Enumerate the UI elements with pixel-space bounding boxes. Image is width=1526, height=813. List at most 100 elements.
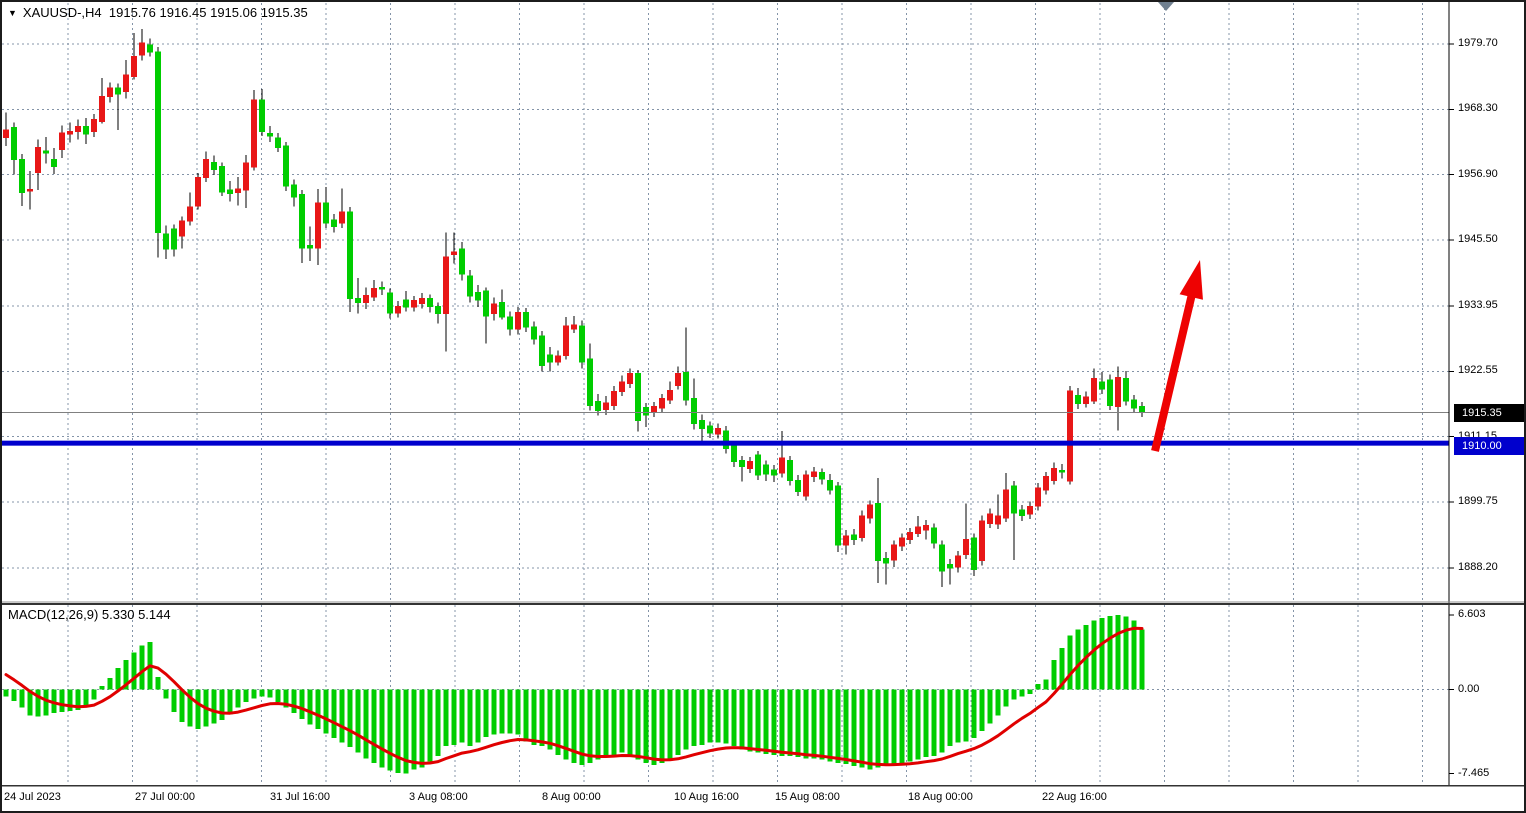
candle-body — [940, 545, 945, 571]
candle-body — [812, 472, 817, 477]
price-axis-label: 1933.95 — [1458, 299, 1498, 311]
chart-title: ▼XAUUSD-,H4 1915.76 1916.45 1915.06 1915… — [8, 5, 308, 20]
macd-histogram-bar — [732, 690, 737, 746]
macd-histogram-bar — [196, 690, 201, 729]
candle-body — [420, 298, 425, 303]
macd-histogram-bar — [628, 690, 633, 757]
candle-body — [844, 536, 849, 545]
candle-body — [900, 538, 905, 546]
candle-body — [716, 428, 721, 434]
macd-histogram-bar — [844, 690, 849, 764]
macd-histogram-bar — [876, 690, 881, 768]
time-axis-label: 24 Jul 2023 — [4, 791, 61, 803]
candle-body — [580, 326, 585, 362]
candle-body — [428, 298, 433, 306]
macd-histogram-bar — [396, 690, 401, 773]
macd-histogram-bar — [4, 690, 9, 697]
macd-histogram-bar — [820, 690, 825, 760]
chart-canvas[interactable] — [2, 2, 1524, 811]
candle-body — [660, 398, 665, 408]
candle-body — [916, 527, 921, 534]
support-price-badge: 1910.00 — [1454, 437, 1526, 455]
trend-arrow-head[interactable] — [1180, 260, 1203, 300]
candle-body — [340, 212, 345, 223]
macd-histogram-bar — [908, 690, 913, 762]
price-axis-label: 1888.20 — [1458, 561, 1498, 573]
macd-histogram-bar — [84, 690, 89, 706]
macd-histogram-bar — [684, 690, 689, 750]
macd-histogram-bar — [132, 652, 137, 689]
candle-body — [708, 426, 713, 433]
candle-body — [116, 88, 121, 94]
candle-body — [764, 465, 769, 474]
macd-histogram-bar — [236, 690, 241, 708]
time-axis-label: 31 Jul 16:00 — [270, 791, 330, 803]
candle-body — [876, 503, 881, 560]
time-axis-label: 22 Aug 16:00 — [1042, 791, 1107, 803]
candle-body — [140, 43, 145, 55]
candle-body — [1084, 397, 1089, 404]
candle-body — [60, 133, 65, 150]
macd-histogram-bar — [44, 690, 49, 716]
candle-body — [204, 160, 209, 178]
candle-body — [1100, 382, 1105, 389]
candle-body — [500, 302, 505, 317]
macd-histogram-bar — [260, 690, 265, 697]
candle-body — [996, 516, 1001, 524]
candle-body — [380, 287, 385, 289]
macd-histogram-bar — [988, 690, 993, 724]
candle-body — [604, 403, 609, 409]
macd-histogram-bar — [900, 690, 905, 763]
price-axis-label: 1899.75 — [1458, 495, 1498, 507]
candle-body — [76, 126, 81, 131]
candle-body — [124, 75, 129, 92]
macd-histogram-bar — [868, 690, 873, 770]
candle-body — [228, 190, 233, 193]
candle-body — [1020, 510, 1025, 515]
macd-histogram-bar — [972, 690, 977, 739]
candle-body — [924, 526, 929, 531]
symbol-collapse-icon[interactable]: ▼ — [8, 8, 17, 18]
macd-histogram-bar — [836, 690, 841, 763]
macd-histogram-bar — [1124, 617, 1129, 690]
support-line[interactable] — [2, 441, 1449, 446]
chart-shift-marker-icon[interactable] — [1158, 2, 1174, 11]
candle-body — [820, 472, 825, 479]
macd-histogram-bar — [1140, 629, 1145, 689]
macd-histogram-bar — [540, 690, 545, 746]
candle-body — [612, 392, 617, 406]
candle-body — [796, 480, 801, 491]
macd-histogram-bar — [180, 690, 185, 723]
candle-body — [356, 298, 361, 302]
candle-body — [220, 167, 225, 192]
candle-body — [700, 420, 705, 428]
candle-body — [388, 293, 393, 313]
macd-histogram-bar — [668, 690, 673, 760]
candle-body — [668, 390, 673, 400]
price-axis-label: 1956.90 — [1458, 168, 1498, 180]
candle-body — [828, 480, 833, 490]
candle-body — [148, 45, 153, 52]
macd-histogram-bar — [212, 690, 217, 724]
macd-histogram-bar — [980, 690, 985, 732]
macd-histogram-bar — [644, 690, 649, 763]
macd-histogram-bar — [948, 690, 953, 746]
candle-body — [772, 470, 777, 475]
macd-histogram-bar — [804, 690, 809, 759]
macd-histogram-bar — [492, 690, 497, 735]
macd-histogram-bar — [1076, 630, 1081, 690]
macd-axis-label: -7.465 — [1458, 767, 1489, 779]
macd-histogram-bar — [780, 690, 785, 757]
candle-body — [788, 460, 793, 480]
candle-body — [1012, 486, 1017, 513]
candle-body — [108, 88, 113, 97]
candle-body — [1116, 377, 1121, 406]
candle-body — [1108, 380, 1113, 405]
macd-histogram-bar — [140, 645, 145, 689]
candle-body — [156, 52, 161, 232]
macd-histogram-bar — [708, 690, 713, 743]
macd-histogram-bar — [500, 690, 505, 734]
candle-body — [244, 163, 249, 190]
candle-body — [652, 407, 657, 412]
candle-body — [1132, 400, 1137, 408]
